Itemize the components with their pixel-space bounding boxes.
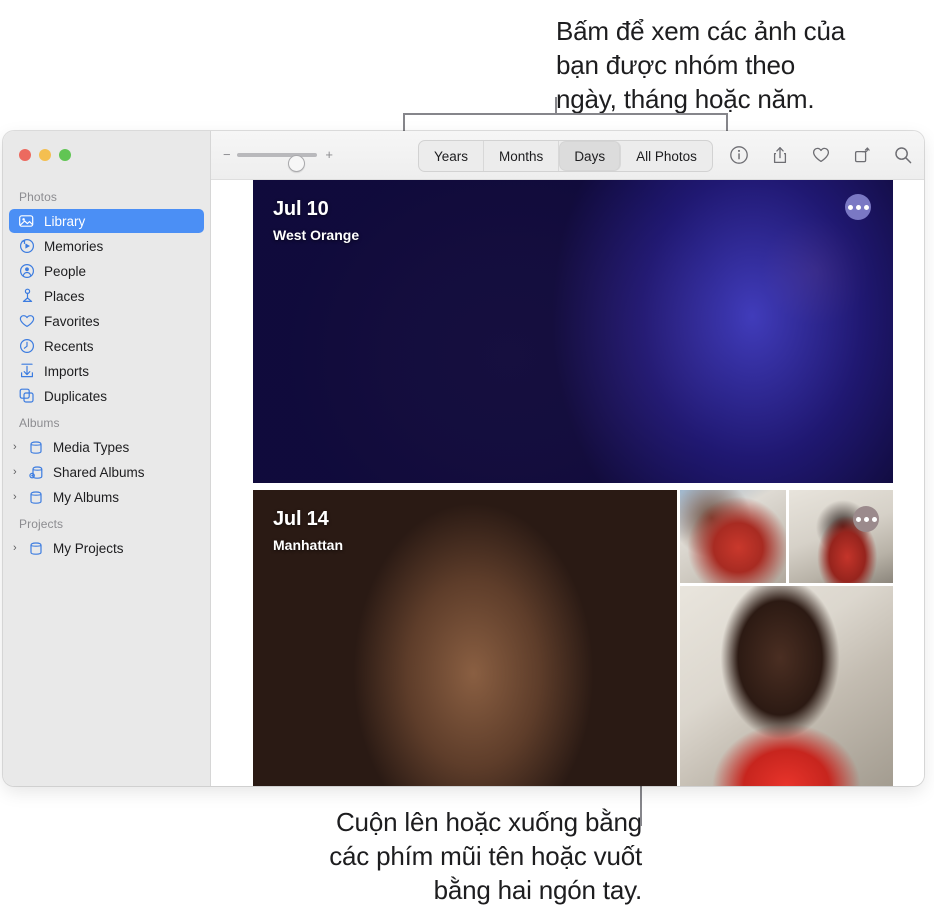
- sidebar-item-places[interactable]: Places: [9, 284, 204, 308]
- album-icon: [26, 489, 46, 505]
- sidebar-item-label: Shared Albums: [53, 465, 145, 480]
- memories-icon: [17, 238, 37, 254]
- favorite-heart-icon[interactable]: [810, 144, 832, 166]
- sidebar-item-memories[interactable]: Memories: [9, 234, 204, 258]
- search-icon[interactable]: [892, 144, 914, 166]
- callout-top-leader-line: [555, 97, 557, 114]
- album-icon: [26, 540, 46, 556]
- sidebar-item-my-albums[interactable]: › My Albums: [9, 485, 204, 509]
- photo-more-options-button-1[interactable]: [845, 194, 871, 220]
- photos-app-window: Photos Library Memories People Places Favorit…: [3, 131, 924, 786]
- sidebar-item-label: Memories: [44, 239, 103, 254]
- photo-tile-3[interactable]: [680, 490, 786, 583]
- sidebar-item-favorites[interactable]: Favorites: [9, 309, 204, 333]
- share-icon[interactable]: [769, 144, 791, 166]
- sidebar-item-label: Library: [44, 214, 85, 229]
- segment-years[interactable]: Years: [419, 141, 484, 171]
- chevron-right-icon[interactable]: ›: [13, 467, 26, 478]
- minimize-window-button[interactable]: [39, 149, 51, 161]
- heart-icon: [17, 313, 37, 329]
- sidebar-item-duplicates[interactable]: Duplicates: [9, 384, 204, 408]
- photo-tile-5[interactable]: [680, 586, 893, 786]
- sidebar-item-shared-albums[interactable]: › Shared Albums: [9, 460, 204, 484]
- view-mode-segmented-control[interactable]: YearsMonthsDaysAll Photos: [418, 140, 713, 172]
- chevron-right-icon[interactable]: ›: [13, 543, 26, 554]
- zoom-slider[interactable]: − +: [223, 145, 333, 165]
- photo-image-5: [680, 586, 893, 786]
- zoom-slider-thumb[interactable]: [288, 155, 305, 172]
- import-icon: [17, 363, 37, 379]
- places-icon: [17, 288, 37, 304]
- sidebar-item-label: Recents: [44, 339, 94, 354]
- window-traffic-lights: [19, 149, 71, 161]
- chevron-right-icon[interactable]: ›: [13, 492, 26, 503]
- sidebar-item-label: My Projects: [53, 541, 124, 556]
- photo-tile-hero-1[interactable]: Jul 10 West Orange: [253, 180, 893, 483]
- album-icon: [26, 439, 46, 455]
- sidebar-item-library[interactable]: Library: [9, 209, 204, 233]
- sidebar-item-label: Duplicates: [44, 389, 107, 404]
- sidebar-item-label: Media Types: [53, 440, 129, 455]
- callout-top-bracket-left-tick: [403, 113, 405, 133]
- photo-group-label-1: Jul 10 West Orange: [273, 198, 359, 243]
- sidebar-section-header: Photos: [3, 183, 210, 208]
- zoom-slider-track[interactable]: [237, 153, 317, 157]
- photo-more-options-button-2[interactable]: [853, 506, 879, 532]
- segment-all-photos[interactable]: All Photos: [621, 141, 712, 171]
- sidebar-item-label: Favorites: [44, 314, 100, 329]
- callout-top-bracket-bar: [403, 113, 728, 115]
- photo-group-place-2: Manhattan: [273, 537, 343, 553]
- photo-image-4: [789, 490, 893, 583]
- sidebar-item-label: My Albums: [53, 490, 119, 505]
- sidebar-item-people[interactable]: People: [9, 259, 204, 283]
- sidebar-item-label: People: [44, 264, 86, 279]
- photo-image-3: [680, 490, 786, 583]
- toolbar-icon-group: [728, 140, 914, 170]
- callout-text-bottom: Cuộn lên hoặc xuống bằng các phím mũi tê…: [236, 805, 642, 907]
- photo-group-label-2: Jul 14 Manhattan: [273, 508, 343, 553]
- photo-grid[interactable]: Jul 10 West Orange Jul 14 Manhattan: [211, 180, 924, 786]
- sidebar-item-media-types[interactable]: › Media Types: [9, 435, 204, 459]
- duplicates-icon: [17, 388, 37, 404]
- info-icon[interactable]: [728, 144, 750, 166]
- sidebar-section-header: Albums: [3, 409, 210, 434]
- rotate-icon[interactable]: [851, 144, 873, 166]
- sidebar: Photos Library Memories People Places Favorit…: [3, 131, 211, 786]
- photo-group-date-2: Jul 14: [273, 508, 343, 531]
- segment-months[interactable]: Months: [484, 141, 559, 171]
- sidebar-section-header: Projects: [3, 510, 210, 535]
- people-icon: [17, 263, 37, 279]
- photo-group-date-1: Jul 10: [273, 198, 359, 221]
- callout-top-bracket-right-tick: [726, 113, 728, 133]
- sidebar-item-imports[interactable]: Imports: [9, 359, 204, 383]
- photo-tile-4[interactable]: [789, 490, 893, 583]
- segment-days[interactable]: Days: [559, 141, 621, 171]
- photo-group-place-1: West Orange: [273, 227, 359, 243]
- toolbar: − + YearsMonthsDaysAll Photos: [211, 131, 924, 180]
- chevron-right-icon[interactable]: ›: [13, 442, 26, 453]
- sidebar-section-list: Photos Library Memories People Places Favorit…: [3, 183, 210, 561]
- sidebar-item-recents[interactable]: Recents: [9, 334, 204, 358]
- clock-icon: [17, 338, 37, 354]
- library-icon: [17, 213, 37, 229]
- close-window-button[interactable]: [19, 149, 31, 161]
- zoom-out-icon[interactable]: −: [223, 148, 231, 162]
- sidebar-item-label: Imports: [44, 364, 89, 379]
- callout-text-top: Bấm để xem các ảnh của bạn được nhóm the…: [556, 14, 930, 116]
- sidebar-item-label: Places: [44, 289, 85, 304]
- sidebar-item-my-projects[interactable]: › My Projects: [9, 536, 204, 560]
- maximize-window-button[interactable]: [59, 149, 71, 161]
- photo-tile-hero-2[interactable]: Jul 14 Manhattan: [253, 490, 677, 786]
- zoom-in-icon[interactable]: +: [325, 148, 333, 162]
- shared-album-icon: [26, 464, 46, 480]
